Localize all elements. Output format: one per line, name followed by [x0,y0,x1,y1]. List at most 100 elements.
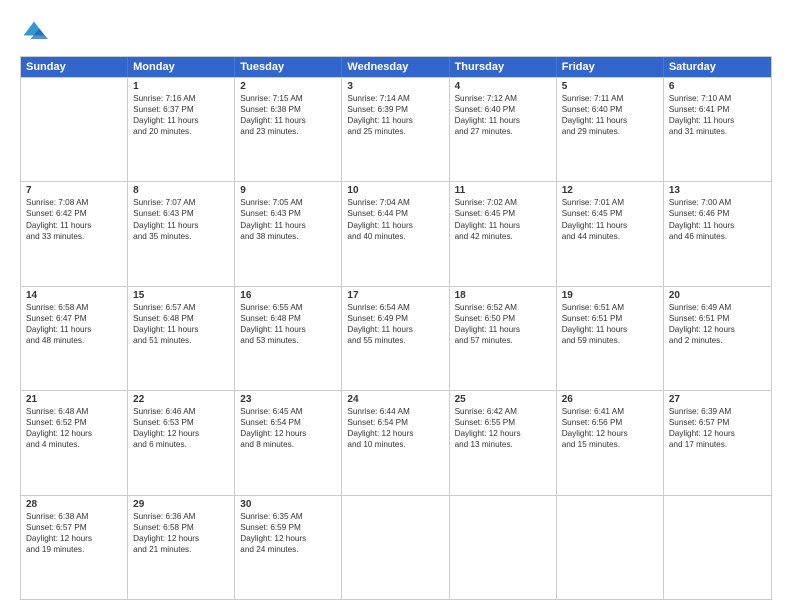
cell-info-line: Sunrise: 6:58 AM [26,302,122,313]
cell-info-line: Sunset: 6:52 PM [26,417,122,428]
empty-cell [450,496,557,599]
cell-info-line: Sunset: 6:51 PM [562,313,658,324]
cell-info-line: Sunrise: 7:14 AM [347,93,443,104]
day-cell-1: 1Sunrise: 7:16 AMSunset: 6:37 PMDaylight… [128,78,235,181]
day-header-wednesday: Wednesday [342,57,449,77]
cell-info-line: and 35 minutes. [133,231,229,242]
cell-info-line: Sunrise: 6:49 AM [669,302,766,313]
cell-info-line: Daylight: 11 hours [455,220,551,231]
cell-info-line: Daylight: 11 hours [347,324,443,335]
cell-info-line: Sunset: 6:57 PM [26,522,122,533]
day-number: 11 [455,185,551,196]
cell-info-line: and 21 minutes. [133,544,229,555]
cell-info-line: Daylight: 11 hours [240,220,336,231]
calendar-row-2: 7Sunrise: 7:08 AMSunset: 6:42 PMDaylight… [21,181,771,285]
cell-info-line: Daylight: 11 hours [133,324,229,335]
cell-info-line: and 27 minutes. [455,126,551,137]
day-cell-24: 24Sunrise: 6:44 AMSunset: 6:54 PMDayligh… [342,391,449,494]
cell-info-line: Sunset: 6:53 PM [133,417,229,428]
logo-icon [20,18,48,46]
day-number: 29 [133,499,229,510]
day-number: 21 [26,394,122,405]
day-number: 23 [240,394,336,405]
empty-cell [342,496,449,599]
day-cell-5: 5Sunrise: 7:11 AMSunset: 6:40 PMDaylight… [557,78,664,181]
cell-info-line: Sunrise: 6:39 AM [669,406,766,417]
cell-info-line: Sunrise: 7:11 AM [562,93,658,104]
cell-info-line: Sunset: 6:46 PM [669,208,766,219]
day-cell-28: 28Sunrise: 6:38 AMSunset: 6:57 PMDayligh… [21,496,128,599]
cell-info-line: Daylight: 12 hours [240,428,336,439]
day-number: 5 [562,81,658,92]
cell-info-line: Sunset: 6:49 PM [347,313,443,324]
day-number: 17 [347,290,443,301]
day-header-friday: Friday [557,57,664,77]
cell-info-line: Daylight: 11 hours [347,220,443,231]
cell-info-line: Daylight: 11 hours [562,115,658,126]
cell-info-line: Sunrise: 6:41 AM [562,406,658,417]
cell-info-line: and 57 minutes. [455,335,551,346]
cell-info-line: Daylight: 12 hours [133,428,229,439]
cell-info-line: Daylight: 11 hours [455,324,551,335]
day-number: 7 [26,185,122,196]
cell-info-line: Daylight: 11 hours [133,115,229,126]
cell-info-line: Daylight: 12 hours [347,428,443,439]
cell-info-line: Sunset: 6:59 PM [240,522,336,533]
day-number: 24 [347,394,443,405]
cell-info-line: Sunset: 6:42 PM [26,208,122,219]
cell-info-line: and 13 minutes. [455,439,551,450]
day-cell-9: 9Sunrise: 7:05 AMSunset: 6:43 PMDaylight… [235,182,342,285]
empty-cell [557,496,664,599]
cell-info-line: Sunset: 6:47 PM [26,313,122,324]
day-cell-26: 26Sunrise: 6:41 AMSunset: 6:56 PMDayligh… [557,391,664,494]
cell-info-line: and 8 minutes. [240,439,336,450]
cell-info-line: and 53 minutes. [240,335,336,346]
cell-info-line: and 10 minutes. [347,439,443,450]
cell-info-line: and 59 minutes. [562,335,658,346]
cell-info-line: Sunrise: 7:07 AM [133,197,229,208]
cell-info-line: Sunset: 6:54 PM [347,417,443,428]
day-cell-7: 7Sunrise: 7:08 AMSunset: 6:42 PMDaylight… [21,182,128,285]
day-number: 10 [347,185,443,196]
cell-info-line: and 24 minutes. [240,544,336,555]
cell-info-line: Sunrise: 6:46 AM [133,406,229,417]
cell-info-line: Daylight: 12 hours [240,533,336,544]
day-header-tuesday: Tuesday [235,57,342,77]
day-cell-16: 16Sunrise: 6:55 AMSunset: 6:48 PMDayligh… [235,287,342,390]
day-cell-19: 19Sunrise: 6:51 AMSunset: 6:51 PMDayligh… [557,287,664,390]
cell-info-line: Daylight: 11 hours [455,115,551,126]
calendar-row-5: 28Sunrise: 6:38 AMSunset: 6:57 PMDayligh… [21,495,771,599]
cell-info-line: and 2 minutes. [669,335,766,346]
cell-info-line: Daylight: 12 hours [669,428,766,439]
cell-info-line: and 4 minutes. [26,439,122,450]
cell-info-line: and 44 minutes. [562,231,658,242]
calendar-body: 1Sunrise: 7:16 AMSunset: 6:37 PMDaylight… [21,77,771,599]
cell-info-line: Sunset: 6:51 PM [669,313,766,324]
calendar: SundayMondayTuesdayWednesdayThursdayFrid… [20,56,772,600]
cell-info-line: and 48 minutes. [26,335,122,346]
day-number: 16 [240,290,336,301]
cell-info-line: Daylight: 11 hours [26,324,122,335]
day-header-monday: Monday [128,57,235,77]
day-number: 19 [562,290,658,301]
empty-cell [21,78,128,181]
cell-info-line: Sunrise: 7:04 AM [347,197,443,208]
day-number: 28 [26,499,122,510]
cell-info-line: Daylight: 11 hours [669,115,766,126]
day-cell-2: 2Sunrise: 7:15 AMSunset: 6:38 PMDaylight… [235,78,342,181]
cell-info-line: Sunrise: 6:42 AM [455,406,551,417]
cell-info-line: Daylight: 11 hours [133,220,229,231]
cell-info-line: Sunrise: 7:01 AM [562,197,658,208]
cell-info-line: Sunset: 6:44 PM [347,208,443,219]
cell-info-line: and 55 minutes. [347,335,443,346]
day-number: 14 [26,290,122,301]
cell-info-line: Sunrise: 6:54 AM [347,302,443,313]
cell-info-line: and 33 minutes. [26,231,122,242]
cell-info-line: Sunset: 6:43 PM [240,208,336,219]
day-cell-13: 13Sunrise: 7:00 AMSunset: 6:46 PMDayligh… [664,182,771,285]
day-number: 13 [669,185,766,196]
cell-info-line: Sunrise: 7:02 AM [455,197,551,208]
calendar-header: SundayMondayTuesdayWednesdayThursdayFrid… [21,57,771,77]
day-cell-4: 4Sunrise: 7:12 AMSunset: 6:40 PMDaylight… [450,78,557,181]
day-number: 25 [455,394,551,405]
